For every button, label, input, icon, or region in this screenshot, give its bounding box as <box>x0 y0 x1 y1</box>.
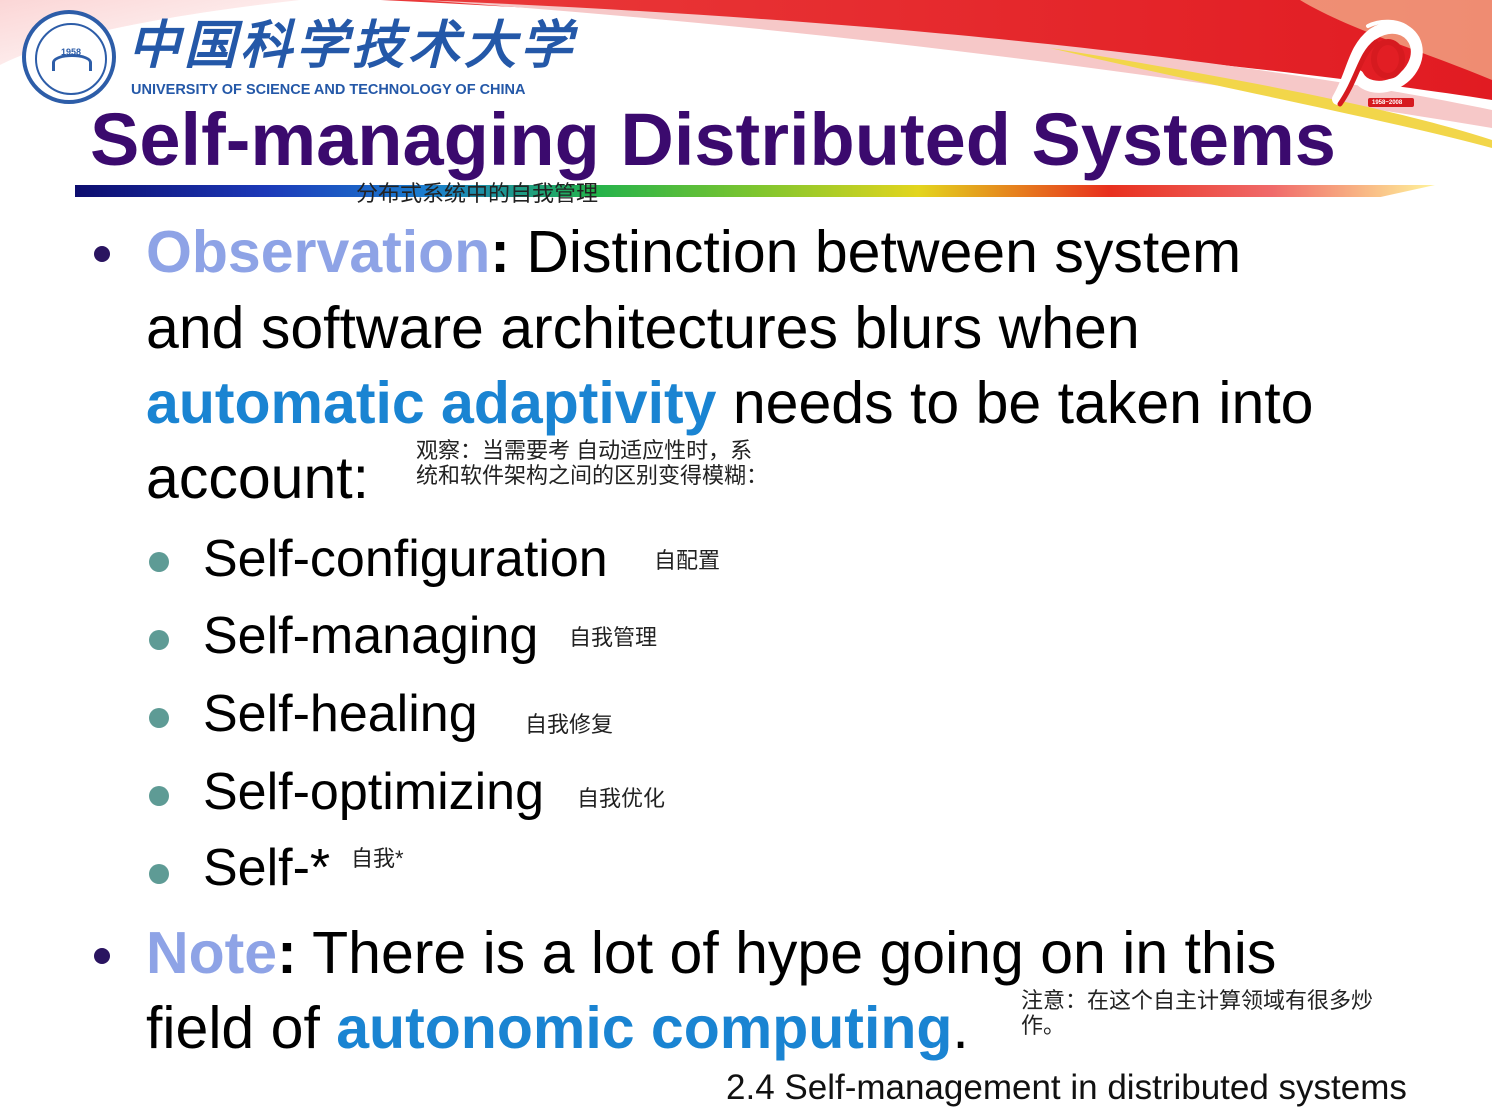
sub-bullet-icon <box>149 708 169 728</box>
note-line-2: field of autonomic computing. <box>146 992 969 1064</box>
subitem-self-optimizing: Self-optimizing <box>203 763 545 821</box>
subitem-self-healing: Self-healing <box>203 685 478 743</box>
observation-label: Observation <box>146 219 491 285</box>
note-cn-line-1: 注意：在这个自主计算领域有很多炒 <box>1021 988 1374 1013</box>
slide-title: Self-managing Distributed Systems <box>90 98 1336 181</box>
subitem-cn-self-configuration: 自配置 <box>654 548 721 573</box>
observation-line-2: and software architectures blurs when <box>146 295 1140 361</box>
observation-line-4: account: <box>146 445 370 511</box>
subitem-self-managing: Self-managing <box>203 607 539 665</box>
note-label: Note <box>146 920 278 986</box>
seal-year: 1958 <box>60 47 82 57</box>
sub-bullet-icon <box>149 630 169 650</box>
university-name-cn: 中国科学技术大学 <box>128 15 577 76</box>
subitem-cn-self-healing: 自我修复 <box>525 712 614 737</box>
note-text-1: There is a lot of hype going on in this <box>296 920 1277 986</box>
observation-text-3: needs to be taken into <box>716 370 1314 436</box>
observation-cn-line-2: 统和软件架构之间的区别变得模糊： <box>416 463 769 488</box>
sub-bullet-icon <box>149 864 169 884</box>
observation-line-3: automatic adaptivity needs to be taken i… <box>146 367 1313 439</box>
automatic-adaptivity-keyword: automatic adaptivity <box>146 370 717 436</box>
subitem-self-configuration: Self-configuration <box>203 530 608 588</box>
observation-text-1: Distinction between system <box>509 219 1242 285</box>
slide: 1958 中国科学技术大学 UNIVERSITY OF SCIENCE AND … <box>0 0 1492 1119</box>
note-line-1: Note: There is a lot of hype going on in… <box>146 917 1276 989</box>
subitem-cn-self-star: 自我* <box>351 846 404 871</box>
sub-bullet-icon <box>149 552 169 572</box>
subitem-cn-self-optimizing: 自我优化 <box>577 786 666 811</box>
observation-colon: : <box>490 219 510 285</box>
subitem-self-star: Self-* <box>203 839 331 897</box>
sub-bullet-icon <box>149 786 169 806</box>
bullet-icon <box>94 948 110 964</box>
anniversary-years: 1958~2008 <box>1372 100 1403 106</box>
note-text-2: field of <box>146 995 337 1061</box>
note-period: . <box>952 995 969 1061</box>
note-cn-line-2: 作。 <box>1021 1013 1066 1038</box>
title-underline <box>75 185 1435 197</box>
observation-line-1: Observation: Distinction between system <box>146 216 1241 288</box>
slide-footer: 2.4 Self-management in distributed syste… <box>726 1068 1407 1107</box>
observation-cn-line-1: 观察：当需要考 自动适应性时，系 <box>416 438 753 463</box>
title-cn-annotation: 分布式系统中的自我管理 <box>356 181 599 206</box>
university-seal-icon: 1958 <box>22 10 116 104</box>
autonomic-computing-keyword: autonomic computing <box>336 995 953 1061</box>
subitem-cn-self-managing: 自我管理 <box>569 625 658 650</box>
bullet-icon <box>94 246 110 262</box>
note-colon: : <box>277 920 297 986</box>
